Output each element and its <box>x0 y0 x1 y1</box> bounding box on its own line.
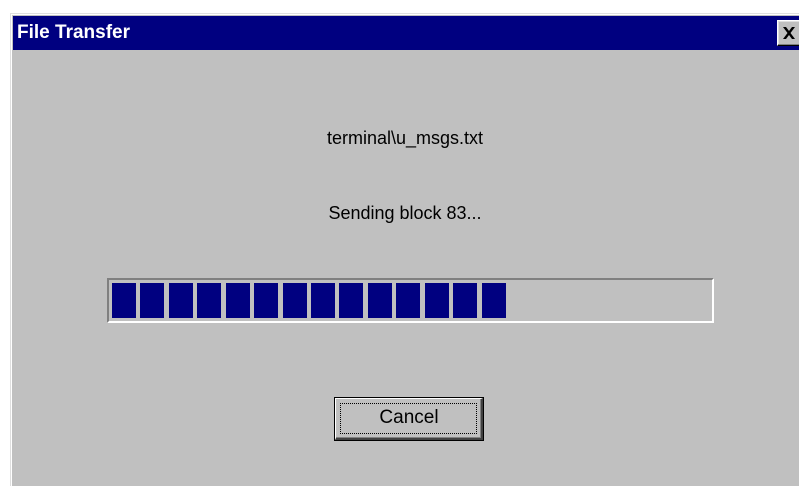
progress-block <box>311 283 335 318</box>
title-bar[interactable]: File Transfer <box>13 16 799 50</box>
progress-bar <box>107 278 714 323</box>
progress-block <box>339 283 363 318</box>
cancel-button[interactable]: Cancel <box>334 397 484 441</box>
progress-block <box>254 283 278 318</box>
cancel-button-label: Cancel <box>379 407 439 428</box>
file-transfer-dialog: File Transfer terminal\u_msgs.txt Sendin… <box>10 13 799 486</box>
close-x-icon <box>783 27 795 39</box>
progress-block <box>140 283 164 318</box>
filename-label: terminal\u_msgs.txt <box>326 128 484 148</box>
progress-track <box>112 283 709 318</box>
progress-block <box>396 283 420 318</box>
window-title: File Transfer <box>17 22 130 43</box>
progress-block <box>283 283 307 318</box>
progress-block <box>226 283 250 318</box>
progress-block <box>112 283 136 318</box>
progress-block <box>425 283 449 318</box>
progress-block <box>169 283 193 318</box>
progress-block <box>453 283 477 318</box>
progress-block <box>482 283 506 318</box>
progress-block <box>368 283 392 318</box>
progress-block <box>197 283 221 318</box>
status-label: Sending block 83... <box>328 203 482 223</box>
close-button[interactable] <box>777 20 799 46</box>
